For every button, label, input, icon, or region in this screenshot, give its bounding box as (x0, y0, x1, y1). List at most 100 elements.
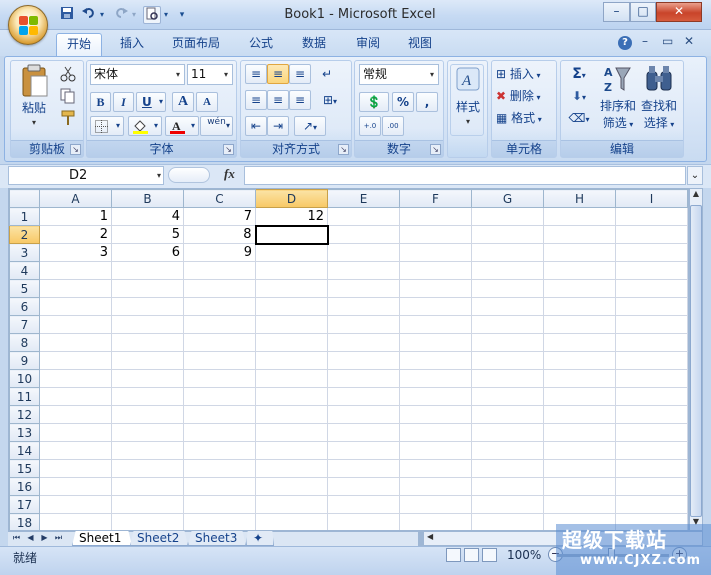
column-header[interactable]: F (399, 189, 472, 208)
cell[interactable] (615, 423, 688, 442)
cell[interactable] (471, 333, 544, 352)
name-box[interactable]: D2 ▾ (8, 166, 164, 185)
expand-formula-bar-button[interactable]: ⌄ (687, 166, 703, 185)
cell[interactable] (615, 297, 688, 316)
cell[interactable] (255, 423, 328, 442)
row-header[interactable]: 9 (9, 351, 40, 370)
cell[interactable] (399, 261, 472, 280)
cell[interactable] (615, 243, 688, 262)
cell[interactable] (615, 441, 688, 460)
row-header[interactable]: 10 (9, 369, 40, 388)
cut-icon[interactable] (60, 66, 76, 82)
cell[interactable] (399, 207, 472, 226)
zoom-level[interactable]: 100% (507, 548, 541, 562)
cell[interactable] (183, 315, 256, 334)
row-header[interactable]: 3 (9, 243, 40, 262)
office-button[interactable] (8, 5, 48, 45)
cell[interactable] (543, 441, 616, 460)
cell[interactable] (111, 387, 184, 406)
cell[interactable] (183, 369, 256, 388)
cell[interactable] (471, 279, 544, 298)
cell[interactable]: 3 (39, 243, 112, 262)
shrink-font-button[interactable]: A (196, 92, 218, 112)
cell[interactable] (111, 297, 184, 316)
cell[interactable] (471, 477, 544, 496)
next-sheet-icon[interactable]: ▶ (39, 532, 50, 544)
cell[interactable] (39, 477, 112, 496)
cell[interactable] (543, 387, 616, 406)
cell[interactable] (399, 405, 472, 424)
cell[interactable] (543, 243, 616, 262)
cell[interactable] (327, 387, 400, 406)
cell[interactable] (615, 207, 688, 226)
cell[interactable]: 6 (111, 243, 184, 262)
accounting-format-button[interactable]: 💲 (359, 92, 389, 112)
cell[interactable] (399, 297, 472, 316)
cell[interactable] (471, 513, 544, 530)
workbook-restore-button[interactable]: ▭ (662, 34, 673, 48)
cell[interactable] (543, 279, 616, 298)
cell[interactable] (471, 459, 544, 478)
cell[interactable] (327, 297, 400, 316)
delete-cells-button[interactable]: ✖ 删除 ▾ (495, 86, 553, 106)
cell[interactable] (327, 495, 400, 514)
save-icon[interactable] (58, 6, 76, 24)
workbook-close-button[interactable]: ✕ (684, 34, 694, 48)
cell[interactable] (255, 459, 328, 478)
cell[interactable] (111, 441, 184, 460)
cell[interactable] (327, 405, 400, 424)
tab-review[interactable]: 审阅 (346, 33, 390, 56)
column-header[interactable]: D (255, 189, 328, 208)
cell[interactable] (327, 477, 400, 496)
first-sheet-icon[interactable]: ⏮ (11, 532, 22, 544)
cell[interactable] (111, 279, 184, 298)
cell[interactable] (399, 333, 472, 352)
undo-icon[interactable] (80, 6, 98, 24)
cell[interactable] (39, 423, 112, 442)
cell[interactable] (255, 441, 328, 460)
cell[interactable] (543, 315, 616, 334)
increase-indent-button[interactable]: ⇥ (267, 116, 289, 136)
cell[interactable] (327, 279, 400, 298)
column-header[interactable]: A (39, 189, 112, 208)
autosum-button[interactable]: Σ▾ (564, 64, 594, 84)
cell[interactable] (615, 405, 688, 424)
cell[interactable] (615, 225, 688, 244)
cell[interactable] (111, 513, 184, 530)
cell[interactable] (111, 333, 184, 352)
cell[interactable] (255, 477, 328, 496)
cell[interactable] (39, 279, 112, 298)
tab-data[interactable]: 数据 (292, 33, 336, 56)
page-break-view-icon[interactable] (482, 548, 497, 562)
cell[interactable] (327, 459, 400, 478)
cell[interactable] (183, 405, 256, 424)
cell[interactable] (615, 333, 688, 352)
cell[interactable] (543, 225, 616, 244)
cell[interactable] (471, 441, 544, 460)
cell[interactable] (471, 225, 544, 244)
cell[interactable] (399, 459, 472, 478)
cell[interactable] (183, 333, 256, 352)
tab-page-layout[interactable]: 页面布局 (162, 33, 230, 56)
cell[interactable] (255, 297, 328, 316)
cell[interactable] (471, 207, 544, 226)
scroll-left-icon[interactable]: ◀ (427, 532, 433, 541)
cell[interactable] (255, 513, 328, 530)
cell[interactable] (615, 495, 688, 514)
redo-icon[interactable] (112, 6, 130, 24)
cell[interactable] (543, 405, 616, 424)
cell[interactable] (543, 333, 616, 352)
cell[interactable]: 1 (39, 207, 112, 226)
cell[interactable] (399, 315, 472, 334)
cell[interactable] (471, 243, 544, 262)
align-bottom-button[interactable]: ≡ (289, 64, 311, 84)
cell[interactable] (471, 297, 544, 316)
row-header[interactable]: 7 (9, 315, 40, 334)
format-cells-button[interactable]: ▦ 格式 ▾ (495, 108, 553, 128)
insert-function-button[interactable]: fx (224, 166, 235, 182)
worksheet-grid[interactable]: ABCDEFGHI 1 1 4 7 12 2 2 5 8 3 3 6 9 4 5 6 7 8 9 10 11 12 13 14… (8, 188, 689, 531)
row-header[interactable]: 8 (9, 333, 40, 352)
formula-input[interactable] (244, 166, 686, 185)
merge-center-button[interactable]: ⊞▾ (316, 90, 344, 110)
phonetic-button[interactable]: wén ▾ (200, 116, 233, 136)
